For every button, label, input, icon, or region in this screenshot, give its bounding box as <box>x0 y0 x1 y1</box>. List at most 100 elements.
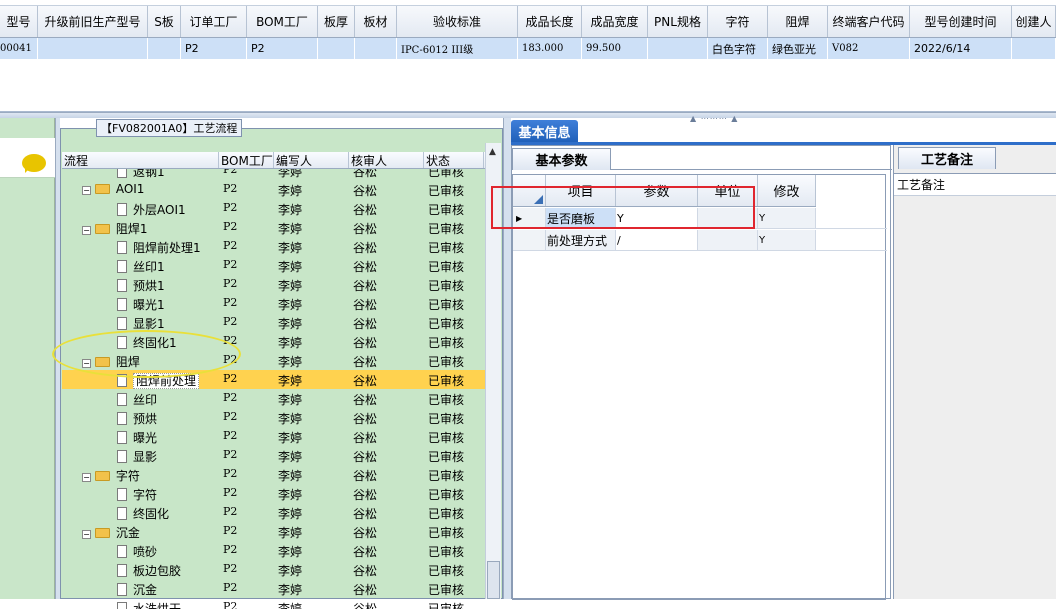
comment-bubble-icon[interactable] <box>22 154 46 173</box>
param-item-cell[interactable]: 前处理方式 <box>546 230 616 250</box>
column-header[interactable]: 成品长度 <box>518 6 582 37</box>
grid-cell[interactable]: 白色字符 <box>708 38 768 59</box>
column-header[interactable]: 字符 <box>708 6 768 37</box>
param-row[interactable]: 前处理方式 / Y <box>513 230 887 251</box>
process-row[interactable]: − 阻焊1 P2 李婷 谷松 已审核 <box>62 218 486 237</box>
grid-cell[interactable] <box>1012 38 1056 59</box>
process-row[interactable]: − 字符 P2 李婷 谷松 已审核 <box>62 465 486 484</box>
grid-cell[interactable]: 99.500 <box>582 38 648 59</box>
tab-basic-info[interactable]: 基本信息 <box>511 120 578 143</box>
grid-cell[interactable]: P2 <box>247 38 318 59</box>
document-icon <box>117 545 127 558</box>
process-row[interactable]: − 阻焊 P2 李婷 谷松 已审核 <box>62 351 486 370</box>
process-row[interactable]: 板边包胶 P2 李婷 谷松 已审核 <box>62 560 486 579</box>
row-indicator[interactable] <box>513 230 546 250</box>
grid-cell[interactable]: 2022/6/14 <box>910 38 1012 59</box>
process-row[interactable]: 终固化1 P2 李婷 谷松 已审核 <box>62 332 486 351</box>
process-row[interactable]: 曝光 P2 李婷 谷松 已审核 <box>62 427 486 446</box>
param-param-cell[interactable]: / <box>616 230 698 250</box>
param-column-header[interactable]: 修改 <box>758 175 816 206</box>
sort-corner-icon[interactable] <box>534 195 543 204</box>
collapse-toggle-icon[interactable]: − <box>82 226 91 235</box>
process-scrollbar[interactable]: ▲ <box>485 143 501 599</box>
param-item-cell[interactable]: 是否磨板 <box>546 208 616 228</box>
column-header[interactable]: 型号创建时间 <box>910 6 1012 37</box>
grid-cell[interactable]: IPC-6012 III级 <box>397 38 518 59</box>
grid-cell[interactable]: 绿色亚光 <box>768 38 828 59</box>
column-header[interactable]: 终端客户代码 <box>828 6 910 37</box>
process-column-header[interactable]: 状态 <box>424 152 484 168</box>
process-row[interactable]: 喷砂 P2 李婷 谷松 已审核 <box>62 541 486 560</box>
row-indicator[interactable]: ▶ <box>513 208 546 228</box>
param-modify-cell[interactable]: Y <box>758 208 816 228</box>
grid-cell[interactable] <box>148 38 181 59</box>
process-row[interactable]: 沉金 P2 李婷 谷松 已审核 <box>62 579 486 598</box>
param-modify-cell[interactable]: Y <box>758 230 816 250</box>
process-row[interactable]: 预烘1 P2 李婷 谷松 已审核 <box>62 275 486 294</box>
grid-cell[interactable]: 183.000 <box>518 38 582 59</box>
param-unit-cell[interactable] <box>698 208 758 228</box>
collapse-toggle-icon[interactable]: − <box>82 359 91 368</box>
process-column-header[interactable]: 流程 <box>62 152 219 168</box>
column-header[interactable]: 成品宽度 <box>582 6 648 37</box>
process-row[interactable]: 曝光1 P2 李婷 谷松 已审核 <box>62 294 486 313</box>
grid-cell[interactable] <box>38 38 148 59</box>
process-row[interactable]: 阻焊前处理 P2 李婷 谷松 已审核 <box>62 370 486 389</box>
column-header[interactable]: 创建人 <box>1012 6 1056 37</box>
grid-cell[interactable] <box>648 38 708 59</box>
model-grid-row[interactable]: 00041 P2 P2 IPC-6012 III级 183.000 99.500 白色字符绿… <box>0 38 1056 59</box>
column-header[interactable]: 板厚 <box>318 6 355 37</box>
process-row[interactable]: − AOI1 P2 李婷 谷松 已审核 <box>62 180 486 199</box>
column-header[interactable]: PNL规格 <box>648 6 708 37</box>
process-column-header[interactable]: BOM工厂 <box>219 152 274 168</box>
grid-cell[interactable]: 00041 <box>0 38 38 59</box>
process-row[interactable]: 水洗烘干 P2 李婷 谷松 已审核 <box>62 598 486 609</box>
process-column-header[interactable]: 核审人 <box>349 152 424 168</box>
column-header[interactable]: S板 <box>148 6 181 37</box>
column-header[interactable]: 板材 <box>355 6 397 37</box>
middle-vertical-splitter[interactable] <box>503 118 511 599</box>
param-column-header[interactable]: 项目 <box>546 175 616 206</box>
grid-corner[interactable] <box>513 175 546 206</box>
collapse-toggle-icon[interactable]: − <box>82 186 91 195</box>
process-row[interactable]: 阻焊前处理1 P2 李婷 谷松 已审核 <box>62 237 486 256</box>
scroll-up-icon[interactable]: ▲ <box>489 147 496 157</box>
process-reviewer-cell: 谷松 <box>353 469 378 483</box>
process-row[interactable]: 终固化 P2 李婷 谷松 已审核 <box>62 503 486 522</box>
param-column-header[interactable]: 参数 <box>616 175 698 206</box>
process-row[interactable]: − 沉金 P2 李婷 谷松 已审核 <box>62 522 486 541</box>
grid-cell[interactable]: V082 <box>828 38 910 59</box>
param-param-cell[interactable]: Y <box>616 208 698 228</box>
collapse-toggle-icon[interactable]: − <box>82 530 91 539</box>
grid-cell[interactable]: P2 <box>181 38 247 59</box>
collapse-toggle-icon[interactable]: − <box>82 473 91 482</box>
process-row[interactable]: 丝印1 P2 李婷 谷松 已审核 <box>62 256 486 275</box>
process-row[interactable]: 预烘 P2 李婷 谷松 已审核 <box>62 408 486 427</box>
process-row[interactable]: 显影1 P2 李婷 谷松 已审核 <box>62 313 486 332</box>
param-column-header[interactable]: 单位 <box>698 175 758 206</box>
process-row[interactable]: 字符 P2 李婷 谷松 已审核 <box>62 484 486 503</box>
scrollbar-thumb[interactable] <box>487 561 500 599</box>
grid-cell[interactable] <box>318 38 355 59</box>
column-header[interactable]: 型号 <box>0 6 38 37</box>
splitter-grip-icon[interactable]: ▲ ⋯⋯⋯ ▲ <box>690 114 738 123</box>
tab-remarks[interactable]: 工艺备注 <box>898 147 996 169</box>
param-row[interactable]: ▶ 是否磨板 Y Y <box>513 208 887 229</box>
grid-cell[interactable] <box>355 38 397 59</box>
column-header[interactable]: 升级前旧生产型号 <box>38 6 148 37</box>
document-icon <box>117 507 127 520</box>
param-unit-cell[interactable] <box>698 230 758 250</box>
column-header[interactable]: 阻焊 <box>768 6 828 37</box>
process-writer-cell: 李婷 <box>278 279 303 293</box>
column-header[interactable]: BOM工厂 <box>247 6 318 37</box>
column-header[interactable]: 订单工厂 <box>181 6 247 37</box>
process-status-cell: 已审核 <box>428 545 465 559</box>
process-row[interactable]: 显影 P2 李婷 谷松 已审核 <box>62 446 486 465</box>
process-row[interactable]: 返钢1 P2 李婷 谷松 已审核 <box>62 169 486 180</box>
process-column-header[interactable]: 编写人 <box>274 152 349 168</box>
column-header[interactable]: 验收标准 <box>397 6 518 37</box>
process-reviewer-cell: 谷松 <box>353 374 378 388</box>
tab-basic-params[interactable]: 基本参数 <box>512 148 611 170</box>
process-row[interactable]: 丝印 P2 李婷 谷松 已审核 <box>62 389 486 408</box>
process-row[interactable]: 外层AOI1 P2 李婷 谷松 已审核 <box>62 199 486 218</box>
